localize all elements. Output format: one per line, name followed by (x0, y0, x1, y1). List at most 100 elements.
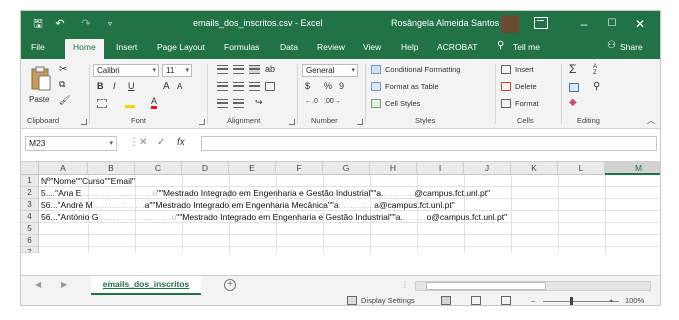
column-header[interactable]: G (323, 162, 370, 175)
column-header-selected[interactable]: M (605, 162, 660, 175)
select-all-button[interactable] (21, 162, 39, 175)
tab-page-layout[interactable]: Page Layout (157, 42, 205, 52)
formula-input[interactable] (201, 136, 657, 151)
align-right-icon[interactable] (249, 82, 260, 91)
cancel-formula-button[interactable]: ✕ (139, 137, 147, 148)
decrease-indent-icon[interactable] (217, 99, 228, 108)
row-header[interactable]: 6 (21, 235, 39, 247)
column-header[interactable]: L (558, 162, 605, 175)
font-launcher-icon[interactable] (199, 119, 205, 125)
page-layout-view-icon[interactable] (471, 296, 481, 305)
zoom-level[interactable]: 100% (625, 296, 644, 305)
insert-cells-button[interactable]: Insert (515, 65, 534, 74)
format-painter-icon[interactable]: 🖌 (59, 95, 70, 106)
underline-button[interactable]: U (128, 81, 135, 91)
font-size-dropdown[interactable]: 11 ▾ (162, 64, 192, 77)
tab-split-handle-icon[interactable]: ⋮ (401, 280, 409, 289)
tab-review[interactable]: Review (317, 42, 345, 52)
borders-icon[interactable] (97, 99, 107, 108)
row-header[interactable]: 3 (21, 199, 39, 211)
wrap-text-icon[interactable]: ↪ (255, 97, 263, 108)
share-button[interactable]: Share (620, 42, 643, 52)
grow-font-button[interactable]: A (163, 81, 170, 92)
avatar[interactable] (501, 15, 519, 33)
font-name-dropdown[interactable]: Calibri ▾ (93, 64, 159, 77)
tab-formulas[interactable]: Formulas (224, 42, 259, 52)
align-left-icon[interactable] (217, 82, 228, 91)
paste-button[interactable]: Paste (29, 95, 49, 104)
copy-icon[interactable]: ⧉ (59, 79, 65, 90)
horizontal-scrollbar[interactable] (415, 281, 651, 291)
zoom-out-button[interactable]: – (531, 296, 535, 305)
increase-indent-icon[interactable] (233, 99, 244, 108)
percent-button[interactable]: % (324, 81, 332, 91)
column-header[interactable]: F (276, 162, 323, 175)
tab-home[interactable]: Home (65, 39, 104, 59)
delete-cells-button[interactable]: Delete (515, 82, 537, 91)
decrease-decimal-icon[interactable]: .00→ (324, 98, 341, 105)
customize-quick-access-icon[interactable]: ▿ (105, 17, 115, 31)
cut-icon[interactable]: ✂ (59, 64, 67, 75)
merge-center-icon[interactable] (265, 82, 275, 91)
scroll-thumb[interactable] (426, 282, 546, 290)
column-header[interactable]: C (135, 162, 182, 175)
format-cells-button[interactable]: Format (515, 99, 539, 108)
clear-icon[interactable]: ◆ (569, 97, 577, 108)
align-bottom-icon[interactable] (249, 65, 260, 74)
tab-insert[interactable]: Insert (116, 42, 137, 52)
column-header[interactable]: I (417, 162, 464, 175)
column-header[interactable]: K (511, 162, 558, 175)
tell-me-search[interactable]: Tell me (513, 42, 540, 52)
row-header[interactable]: 5 (21, 223, 39, 235)
row-header[interactable]: 1 (21, 175, 39, 187)
italic-button[interactable]: I (113, 81, 116, 91)
clipboard-launcher-icon[interactable] (81, 119, 87, 125)
autosum-button[interactable]: Σ (569, 62, 576, 76)
conditional-formatting-button[interactable]: Conditional Formatting (385, 65, 460, 74)
row-header[interactable]: 7 (21, 247, 39, 253)
cell-a4[interactable]: 56..."António G.........................… (41, 211, 507, 223)
cell-a2[interactable]: 5...."Ana E.............................… (41, 187, 490, 199)
number-format-dropdown[interactable]: General ▾ (302, 64, 358, 77)
shrink-font-button[interactable]: A (177, 82, 182, 91)
increase-decimal-icon[interactable]: ←.0 (305, 98, 318, 105)
tab-help[interactable]: Help (401, 42, 418, 52)
redo-icon[interactable]: ↷ (79, 17, 93, 31)
sheet-next-icon[interactable]: ▶ (61, 280, 67, 289)
display-settings-button[interactable]: Display Settings (361, 296, 415, 305)
insert-function-button[interactable]: fx (177, 137, 185, 148)
row-header[interactable]: 4 (21, 211, 39, 223)
maximize-button[interactable]: ☐ (599, 14, 625, 34)
column-header[interactable]: A (39, 162, 88, 175)
tab-acrobat[interactable]: ACROBAT (437, 42, 477, 52)
enter-formula-button[interactable]: ✓ (157, 137, 165, 148)
row-header[interactable]: 2 (21, 187, 39, 199)
save-icon[interactable]: 🖫 (31, 17, 45, 31)
align-middle-icon[interactable] (233, 65, 244, 74)
column-header[interactable]: E (229, 162, 276, 175)
sheet-prev-icon[interactable]: ◀ (35, 280, 41, 289)
find-select-icon[interactable]: ⚲ (593, 81, 600, 92)
tab-view[interactable]: View (363, 42, 381, 52)
column-header[interactable]: B (88, 162, 135, 175)
cell-a3[interactable]: 56..."André M......................a""Me… (41, 199, 455, 211)
close-button[interactable]: ✕ (627, 14, 653, 34)
currency-button[interactable]: $ (305, 81, 310, 91)
orientation-icon[interactable]: ab (265, 64, 275, 74)
sheet-tab[interactable]: emails_dos_inscritos (91, 276, 201, 295)
number-launcher-icon[interactable] (357, 119, 363, 125)
zoom-in-button[interactable]: + (609, 296, 613, 305)
tab-file[interactable]: File (31, 42, 45, 52)
ribbon-display-options-icon[interactable] (534, 17, 548, 29)
normal-view-icon[interactable] (441, 296, 451, 305)
align-top-icon[interactable] (217, 65, 228, 74)
column-header[interactable]: J (464, 162, 511, 175)
minimize-button[interactable]: – (571, 14, 597, 34)
user-name[interactable]: Rosângela Almeida Santos (391, 18, 499, 28)
column-header[interactable]: H (370, 162, 417, 175)
cell-styles-button[interactable]: Cell Styles (385, 99, 420, 108)
undo-icon[interactable]: ↶ (53, 17, 67, 31)
fill-icon[interactable] (569, 83, 579, 92)
tab-data[interactable]: Data (280, 42, 298, 52)
cell-a1[interactable]: Nº"Nome""Curso""Email" (41, 175, 135, 187)
